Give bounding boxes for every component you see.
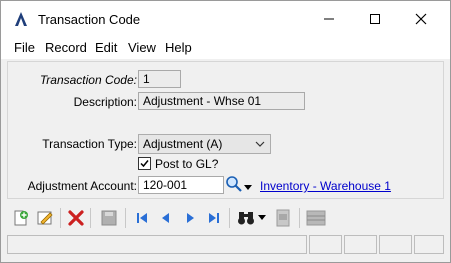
status-panel bbox=[344, 235, 377, 254]
transaction-type-value: Adjustment (A) bbox=[143, 137, 223, 151]
next-record-button[interactable] bbox=[180, 208, 200, 228]
maximize-button[interactable] bbox=[352, 1, 398, 37]
adjustment-account-field[interactable]: 120-001 bbox=[138, 176, 224, 194]
find-button[interactable] bbox=[236, 208, 256, 228]
toolbar-separator bbox=[299, 208, 300, 228]
status-bar bbox=[7, 235, 444, 255]
account-dropdown-button[interactable] bbox=[244, 180, 254, 190]
toolbar-separator bbox=[125, 208, 126, 228]
previous-record-button[interactable] bbox=[156, 208, 176, 228]
search-icon bbox=[226, 176, 242, 192]
toolbar bbox=[7, 204, 444, 232]
minimize-icon bbox=[324, 18, 334, 20]
caret-down-icon bbox=[258, 215, 266, 220]
report-icon bbox=[276, 209, 290, 227]
menu-record[interactable]: Record bbox=[45, 40, 87, 55]
next-record-icon bbox=[187, 213, 194, 223]
status-panel bbox=[379, 235, 412, 254]
menu-view[interactable]: View bbox=[128, 40, 156, 55]
post-to-gl-checkbox[interactable] bbox=[138, 157, 151, 170]
account-description-link[interactable]: Inventory - Warehouse 1 bbox=[260, 179, 391, 193]
previous-record-icon bbox=[162, 213, 169, 223]
app-logo-icon bbox=[13, 11, 29, 27]
maximize-icon bbox=[370, 14, 380, 24]
chevron-down-icon bbox=[255, 141, 265, 147]
toolbar-separator bbox=[229, 208, 230, 228]
new-record-button[interactable] bbox=[11, 208, 31, 228]
status-panel bbox=[309, 235, 342, 254]
binoculars-icon bbox=[238, 212, 254, 225]
save-icon bbox=[101, 210, 117, 226]
new-record-icon bbox=[14, 210, 28, 226]
window-title: Transaction Code bbox=[38, 12, 141, 27]
last-record-button[interactable] bbox=[204, 208, 224, 228]
edit-record-icon bbox=[37, 211, 53, 225]
account-lookup-button[interactable] bbox=[225, 175, 243, 193]
transaction-type-select[interactable]: Adjustment (A) bbox=[138, 134, 271, 154]
save-button[interactable] bbox=[99, 208, 119, 228]
transaction-code-field[interactable]: 1 bbox=[138, 70, 181, 88]
transaction-code-label: Transaction Code: bbox=[39, 73, 137, 87]
status-panel-main bbox=[7, 235, 307, 254]
grid-view-button[interactable] bbox=[305, 208, 327, 228]
description-label: Description: bbox=[73, 95, 137, 109]
first-record-icon bbox=[137, 213, 147, 223]
caret-down-icon bbox=[244, 185, 252, 190]
last-record-icon bbox=[209, 213, 219, 223]
edit-record-button[interactable] bbox=[35, 208, 55, 228]
title-bar: Transaction Code bbox=[1, 1, 450, 37]
transaction-code-window: Transaction Code File Record Edit View H… bbox=[0, 0, 451, 263]
form-panel: Transaction Code: 1 Description: Adjustm… bbox=[7, 61, 444, 199]
delete-icon bbox=[68, 210, 84, 226]
menu-bar: File Record Edit View Help bbox=[1, 37, 450, 59]
status-panel-grip[interactable] bbox=[414, 235, 444, 254]
description-field[interactable]: Adjustment - Whse 01 bbox=[138, 92, 305, 110]
toolbar-separator bbox=[60, 208, 61, 228]
menu-help[interactable]: Help bbox=[165, 40, 192, 55]
first-record-button[interactable] bbox=[132, 208, 152, 228]
grid-view-icon bbox=[306, 210, 326, 226]
find-dropdown-button[interactable] bbox=[257, 208, 267, 228]
report-button[interactable] bbox=[273, 208, 293, 228]
adjustment-account-label: Adjustment Account: bbox=[27, 179, 137, 193]
minimize-button[interactable] bbox=[306, 1, 352, 37]
post-to-gl-label: Post to GL? bbox=[155, 157, 219, 171]
delete-button[interactable] bbox=[66, 208, 86, 228]
toolbar-separator bbox=[90, 208, 91, 228]
transaction-type-label: Transaction Type: bbox=[42, 137, 137, 151]
close-button[interactable] bbox=[398, 1, 444, 37]
checkmark-icon bbox=[140, 160, 149, 168]
menu-edit[interactable]: Edit bbox=[95, 40, 117, 55]
close-icon bbox=[415, 13, 427, 25]
menu-file[interactable]: File bbox=[14, 40, 35, 55]
